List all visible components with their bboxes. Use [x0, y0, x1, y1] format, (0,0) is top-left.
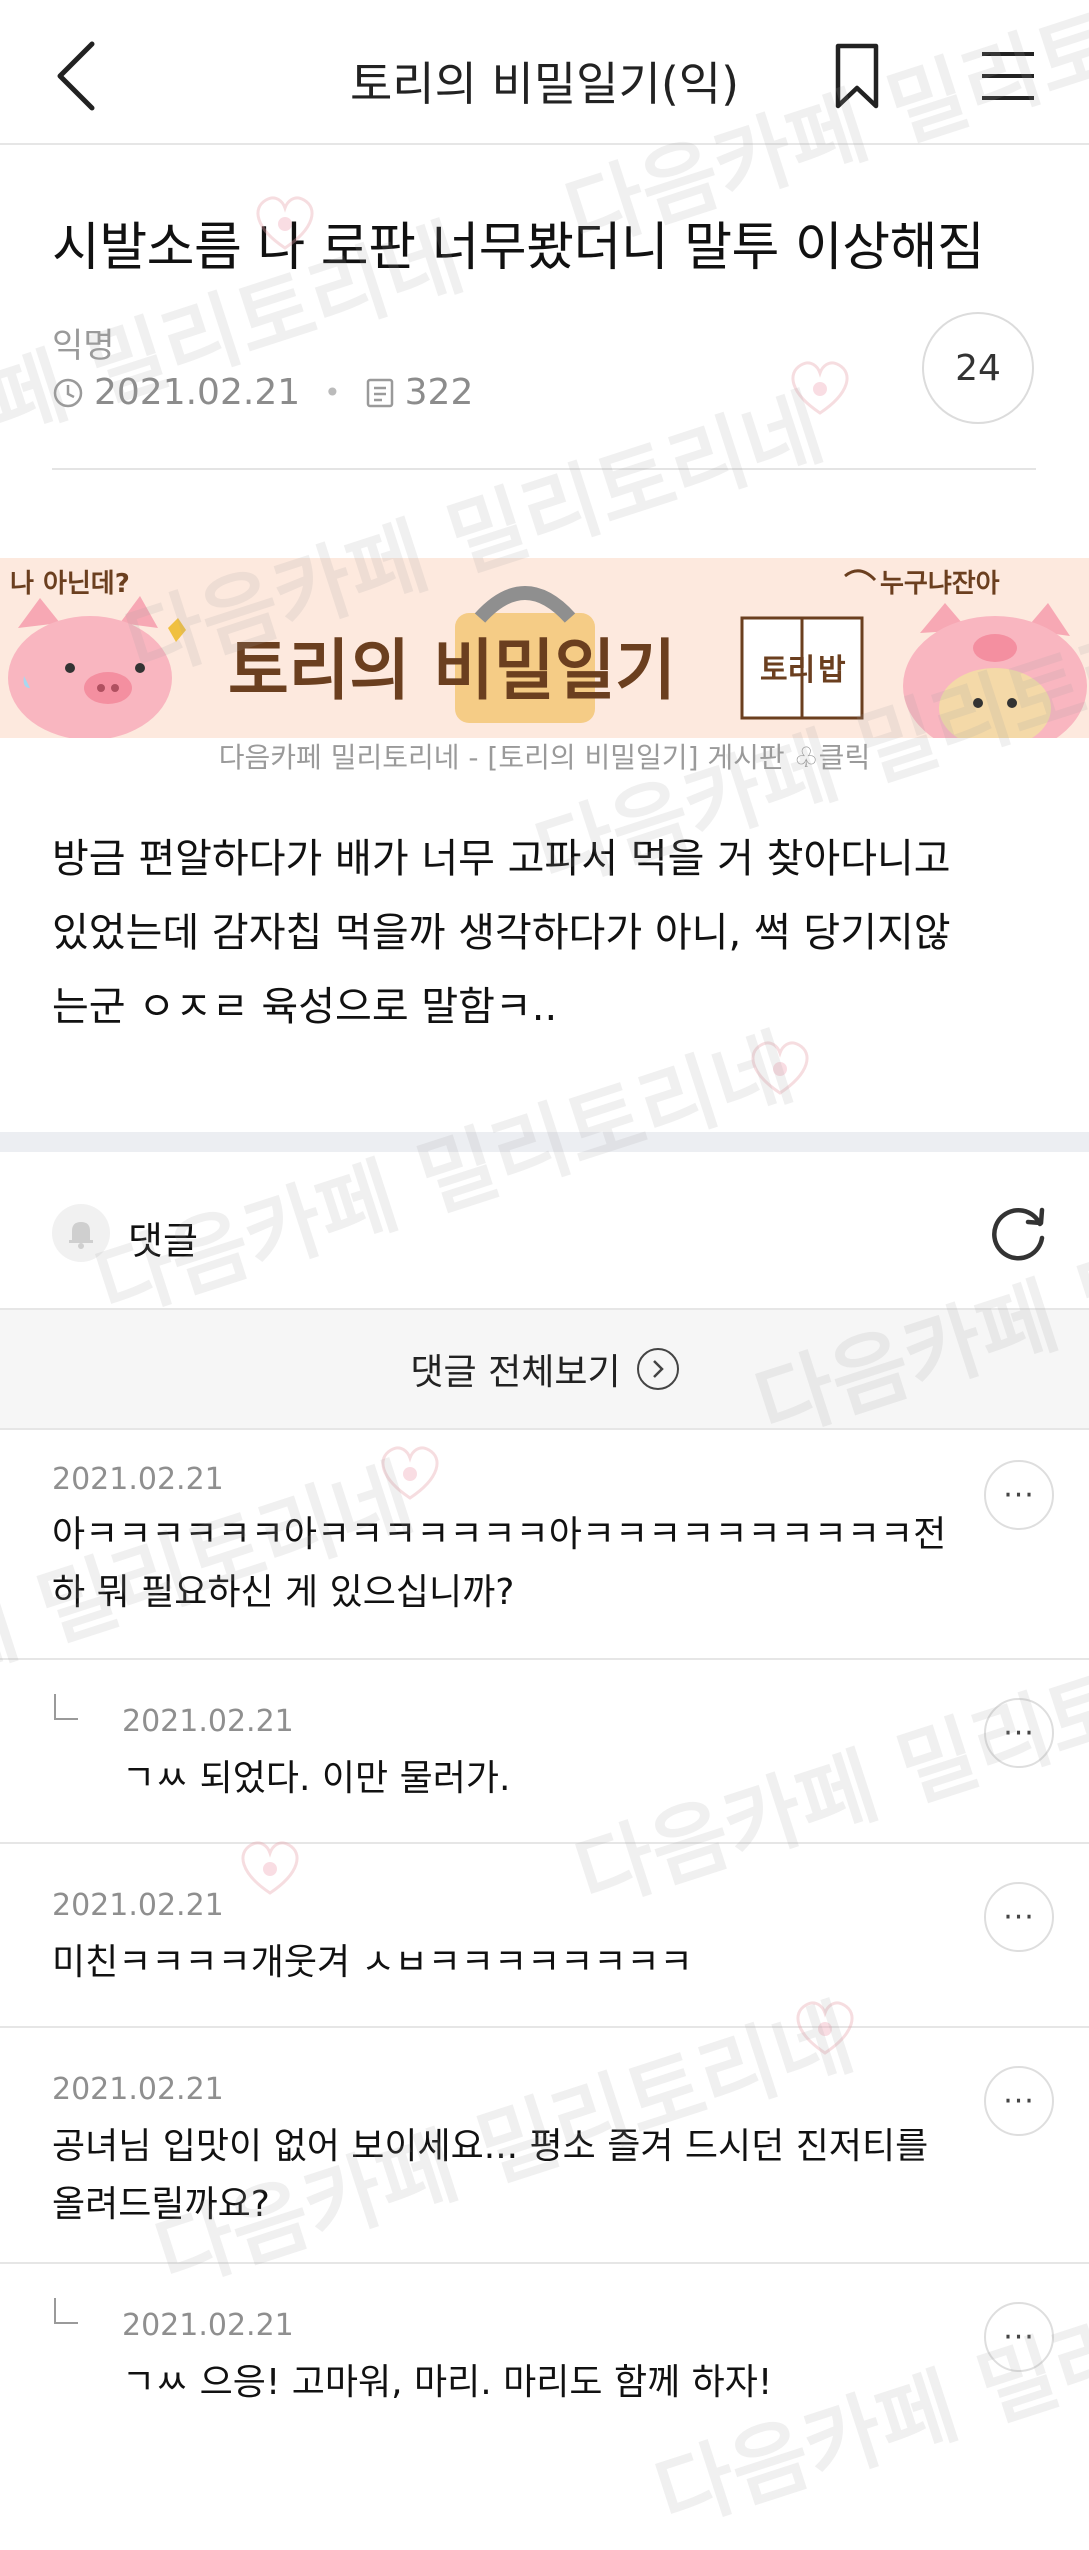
bell-icon[interactable]	[52, 1204, 110, 1262]
view-all-comments-button[interactable]: 댓글 전체보기	[0, 1310, 1089, 1430]
more-options-button[interactable]: ···	[984, 1882, 1054, 1952]
board-banner[interactable]: 나 아닌데? 토리의 비밀일기 토리 밥 누구냐잔아	[0, 558, 1089, 738]
pig-cat-icon	[903, 603, 1087, 738]
svg-text:누구냐잔아: 누구냐잔아	[880, 569, 1000, 599]
section-divider	[0, 1132, 1089, 1152]
chevron-right-icon	[636, 1348, 679, 1390]
meta-separator: •	[324, 376, 341, 409]
refresh-icon[interactable]	[988, 1202, 1050, 1264]
comment-text: 공녀님 입맛이 없어 보이세요... 평소 즐겨 드시던 진저티를 올려드릴까요…	[52, 2118, 982, 2234]
article-author[interactable]: 익명	[52, 318, 115, 367]
document-icon	[366, 378, 393, 407]
article-title: 시발소름 나 로판 너무봤더니 말투 이상해짐	[52, 218, 985, 278]
comment-count-badge[interactable]: 24	[922, 312, 1034, 424]
article-date: 2021.02.21	[94, 372, 301, 413]
article-body: 방금 편알하다가 배가 너무 고파서 먹을 거 찾아다니고 있었는데 감자칩 먹…	[52, 822, 1042, 1044]
reply-arrow-icon	[54, 1694, 78, 1720]
bookmark-icon[interactable]	[832, 42, 882, 110]
body-line: 방금 편알하다가 배가 너무 고파서 먹을 거 찾아다니고	[52, 836, 951, 882]
comment-text-line: 공녀님 입맛이 없어 보이세요... 평소 즐겨 드시던 진저티를	[52, 2126, 929, 2167]
svg-text:토리의 비밀일기: 토리의 비밀일기	[228, 632, 676, 709]
comment-item: 2021.02.21 공녀님 입맛이 없어 보이세요... 평소 즐겨 드시던 …	[0, 2028, 1089, 2264]
comment-date: 2021.02.21	[52, 1888, 224, 1923]
hamburger-menu-icon[interactable]	[978, 46, 1038, 106]
body-line: 는군 ㅇㅈㄹ 육성으로 말함ㅋ..	[52, 984, 558, 1030]
board-title: 토리의 비밀일기(익)	[349, 57, 740, 111]
body-line: 있었는데 감자칩 먹을까 생각하다가 아니, 썩 당기지않	[52, 910, 951, 956]
comment-text-line: 하 뭐 필요하신 게 있으십니까?	[52, 1572, 515, 1613]
more-options-button[interactable]: ···	[984, 1460, 1054, 1530]
svg-text:토리: 토리	[760, 653, 815, 688]
paw-heart-icon	[751, 1041, 809, 1095]
comment-text-line: 아ㅋㅋㅋㅋㅋㅋ아ㅋㅋㅋㅋㅋㅋㅋ아ㅋㅋㅋㅋㅋㅋㅋㅋㅋㅋ전	[52, 1514, 947, 1555]
comment-date: 2021.02.21	[122, 1704, 294, 1739]
svg-text:밥: 밥	[818, 653, 846, 688]
more-options-button[interactable]: ···	[984, 2066, 1054, 2136]
reply-comment-item: 2021.02.21 ㄱㅆ 되었다. 이만 물러가. ···	[0, 1660, 1089, 1844]
pig-icon	[8, 596, 172, 738]
more-options-button[interactable]: ···	[984, 1698, 1054, 1768]
comment-text: ㄱㅆ 으응! 고마워, 마리. 마리도 함께 하자!	[122, 2362, 773, 2403]
more-options-button[interactable]: ···	[984, 2302, 1054, 2372]
clock-icon	[53, 378, 83, 407]
view-all-label: 댓글 전체보기	[410, 1352, 621, 1393]
comment-date: 2021.02.21	[52, 2072, 224, 2107]
comment-text-line: 올려드릴까요?	[52, 2184, 270, 2225]
reply-comment-item: 2021.02.21 ㄱㅆ 으응! 고마워, 마리. 마리도 함께 하자! ··…	[0, 2264, 1089, 2436]
banner-art: 나 아닌데? 토리의 비밀일기 토리 밥 누구냐잔아	[8, 569, 1087, 738]
comment-date: 2021.02.21	[122, 2308, 294, 2343]
top-navigation-bar: 토리의 비밀일기(익)	[0, 0, 1089, 145]
comments-label: 댓글	[128, 1219, 198, 1263]
comment-text: ㄱㅆ 되었다. 이만 물러가.	[122, 1758, 511, 1799]
comment-item: 2021.02.21 아ㅋㅋㅋㅋㅋㅋ아ㅋㅋㅋㅋㅋㅋㅋ아ㅋㅋㅋㅋㅋㅋㅋㅋㅋㅋ전 하…	[0, 1430, 1089, 1660]
comment-text: 아ㅋㅋㅋㅋㅋㅋ아ㅋㅋㅋㅋㅋㅋㅋ아ㅋㅋㅋㅋㅋㅋㅋㅋㅋㅋ전 하 뭐 필요하신 게 있…	[52, 1506, 982, 1622]
banner-caption[interactable]: 다음카페 밀리토리네 - [토리의 비밀일기] 게시판 ♧클릭	[0, 736, 1089, 776]
comment-item: 2021.02.21 미친ㅋㅋㅋㅋ개웃겨 ㅅㅂㅋㅋㅋㅋㅋㅋㅋㅋ ···	[0, 1844, 1089, 2028]
article-meta: 2021.02.21 • 322	[52, 372, 473, 413]
comments-header: 댓글	[0, 1152, 1089, 1310]
svg-text:나 아닌데?: 나 아닌데?	[10, 569, 130, 599]
article-views: 322	[404, 372, 474, 413]
comment-date: 2021.02.21	[52, 1462, 224, 1497]
divider	[52, 468, 1036, 470]
reply-arrow-icon	[54, 2298, 78, 2324]
paw-heart-icon	[791, 361, 849, 415]
comment-text: 미친ㅋㅋㅋㅋ개웃겨 ㅅㅂㅋㅋㅋㅋㅋㅋㅋㅋ	[52, 1942, 693, 1983]
